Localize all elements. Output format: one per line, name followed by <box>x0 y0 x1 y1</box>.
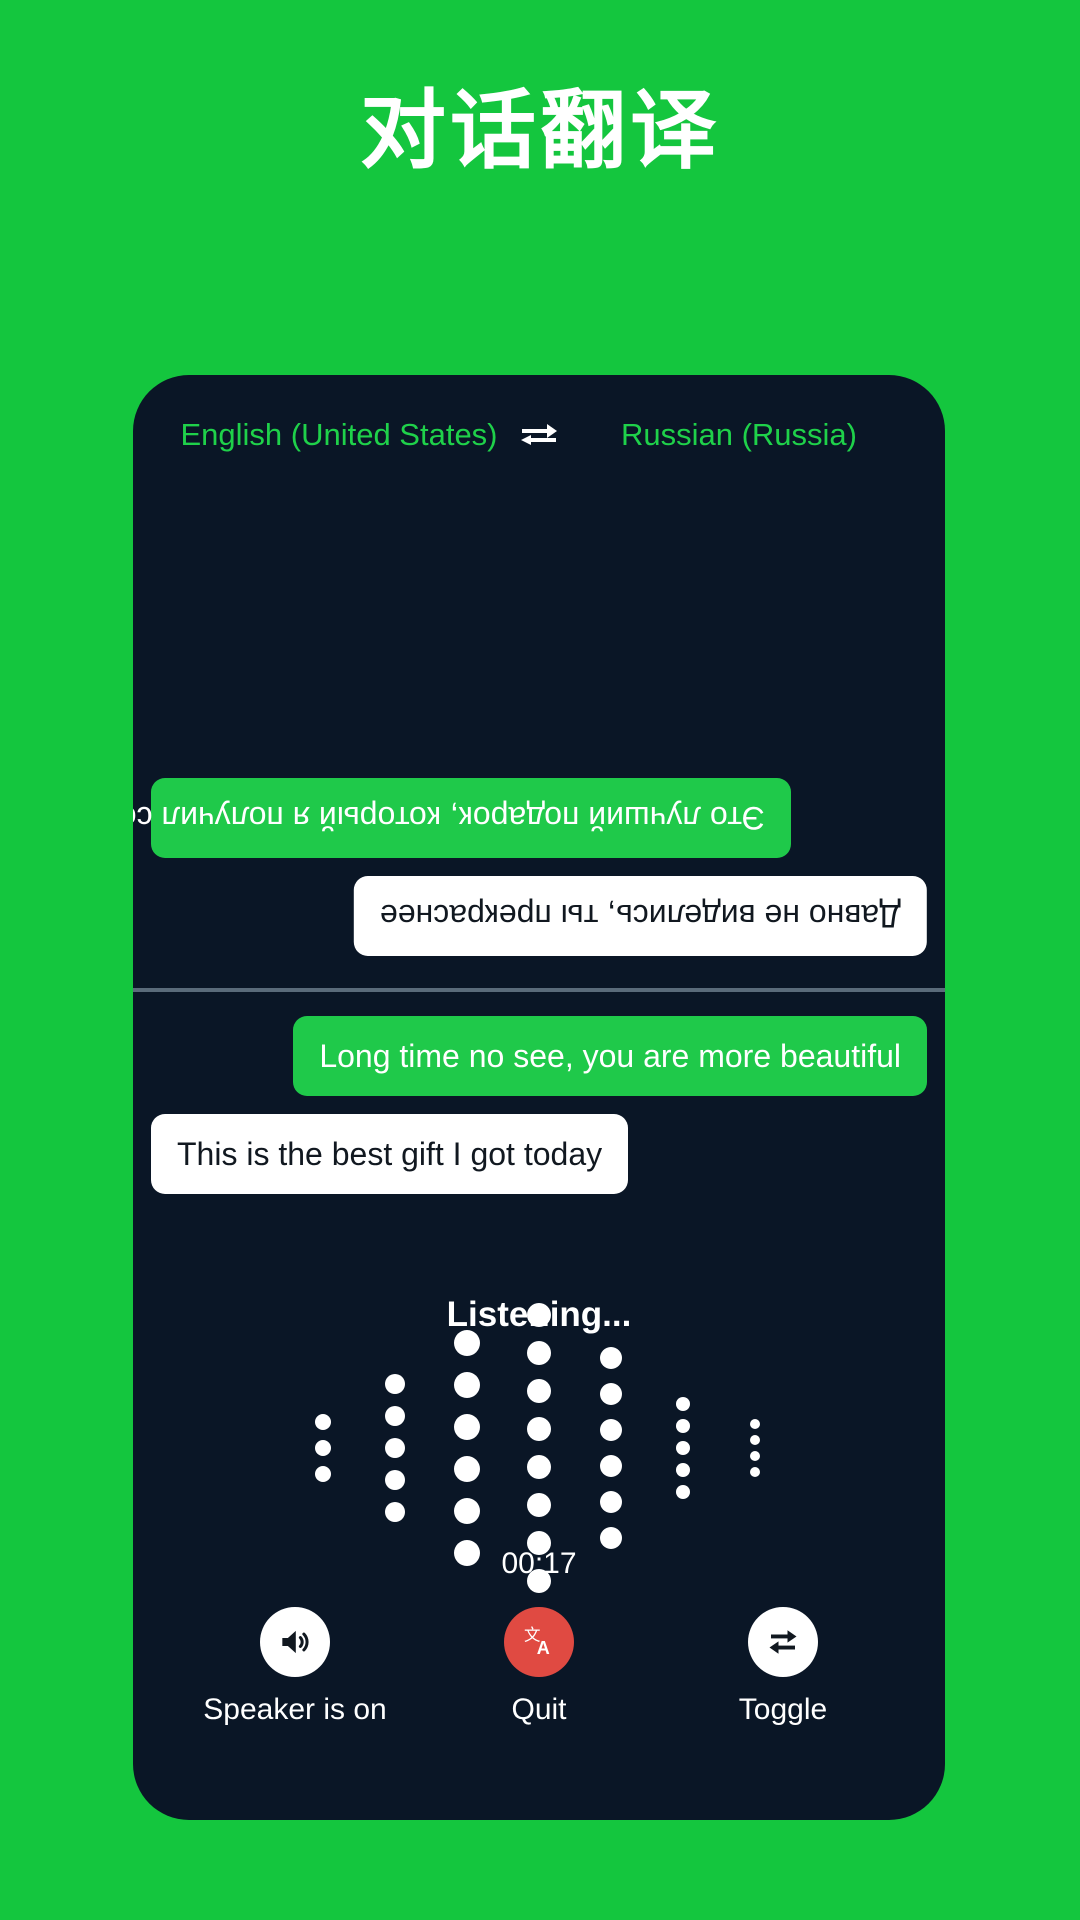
waveform-dot <box>750 1450 760 1461</box>
remote-conversation-pane: Это лучший подарок, который я получил се… <box>133 471 945 988</box>
bottom-controls: Speaker is on 文 A Quit Toggle <box>133 1607 945 1727</box>
speaker-on-icon[interactable] <box>260 1607 330 1677</box>
waveform-dot <box>600 1454 622 1477</box>
svg-text:A: A <box>537 1638 550 1658</box>
message-row: Это лучший подарок, который я получил се… <box>133 778 927 858</box>
waveform-dot <box>600 1418 622 1441</box>
waveform-dot <box>527 1492 551 1517</box>
local-message-bubble[interactable]: This is the best gift I got today <box>151 1114 629 1194</box>
target-language-selector[interactable]: Russian (Russia) <box>574 417 904 453</box>
recording-timer: 00:17 <box>501 1547 577 1580</box>
phone-frame: English (United States) Russian (Russia)… <box>133 375 945 1820</box>
waveform-dot <box>527 1416 551 1441</box>
waveform-dot <box>454 1497 480 1524</box>
message-row: This is the best gift I got today <box>151 1114 927 1194</box>
local-conversation-pane: Long time no see, you are more beautiful… <box>133 992 945 1292</box>
translate-icon[interactable]: 文 A <box>504 1607 574 1677</box>
waveform-dot <box>527 1454 551 1479</box>
waveform-dot <box>454 1455 480 1482</box>
toggle-label: Toggle <box>738 1693 828 1726</box>
waveform-dot <box>385 1469 405 1490</box>
waveform-dot <box>750 1466 760 1477</box>
speaker-toggle-button[interactable]: Speaker is on <box>195 1607 395 1727</box>
waveform-dot <box>676 1484 690 1499</box>
message-row: Давно не виделись, ты прекраснее <box>151 876 927 956</box>
waveform-column <box>647 1393 719 1503</box>
waveform-dot <box>750 1434 760 1445</box>
waveform-column <box>287 1409 359 1487</box>
local-message-bubble[interactable]: Long time no see, you are more beautiful <box>293 1016 927 1096</box>
waveform-dot <box>454 1371 480 1398</box>
page-title: 对话翻译 <box>360 81 720 181</box>
waveform-dot <box>385 1405 405 1426</box>
waveform-dot <box>676 1418 690 1433</box>
waveform-dot <box>676 1440 690 1455</box>
waveform-dot <box>385 1437 405 1458</box>
waveform-dot <box>600 1382 622 1405</box>
waveform-dot <box>315 1439 331 1456</box>
waveform-dot <box>454 1413 480 1440</box>
remote-message-bubble[interactable]: Давно не виделись, ты прекраснее <box>354 876 927 956</box>
waveform-column <box>719 1416 791 1480</box>
waveform-dot <box>527 1340 551 1365</box>
remote-message-bubble[interactable]: Это лучший подарок, который я получил се… <box>133 778 791 858</box>
message-row: Long time no see, you are more beautiful <box>151 1016 927 1096</box>
waveform-dot <box>315 1465 331 1482</box>
waveform-column <box>359 1368 431 1528</box>
waveform-dot <box>385 1501 405 1522</box>
swap-repeat-icon[interactable] <box>748 1607 818 1677</box>
waveform-dot <box>750 1418 760 1429</box>
waveform-dot <box>600 1526 622 1549</box>
waveform-dot <box>527 1302 551 1327</box>
waveform-column <box>431 1322 503 1574</box>
waveform-dot <box>600 1490 622 1513</box>
waveform-dot <box>527 1378 551 1403</box>
page-root: 对话翻译 English (United States) Russian (Ru… <box>0 0 1080 1920</box>
speaker-toggle-label: Speaker is on <box>203 1693 387 1726</box>
waveform-dot <box>600 1346 622 1369</box>
source-language-selector[interactable]: English (United States) <box>174 417 504 453</box>
waveform-column <box>575 1340 647 1556</box>
waveform-dot <box>676 1396 690 1411</box>
quit-label: Quit <box>511 1693 567 1726</box>
waveform-dot <box>385 1373 405 1394</box>
waveform-dot <box>676 1462 690 1477</box>
quit-button[interactable]: 文 A Quit <box>439 1607 639 1727</box>
swap-horizontal-icon[interactable] <box>504 420 574 450</box>
toggle-button[interactable]: Toggle <box>683 1607 883 1727</box>
waveform-dot <box>315 1413 331 1430</box>
language-selector-row: English (United States) Russian (Russia) <box>133 417 945 453</box>
audio-waveform <box>133 1302 945 1593</box>
waveform-dot <box>454 1329 480 1356</box>
